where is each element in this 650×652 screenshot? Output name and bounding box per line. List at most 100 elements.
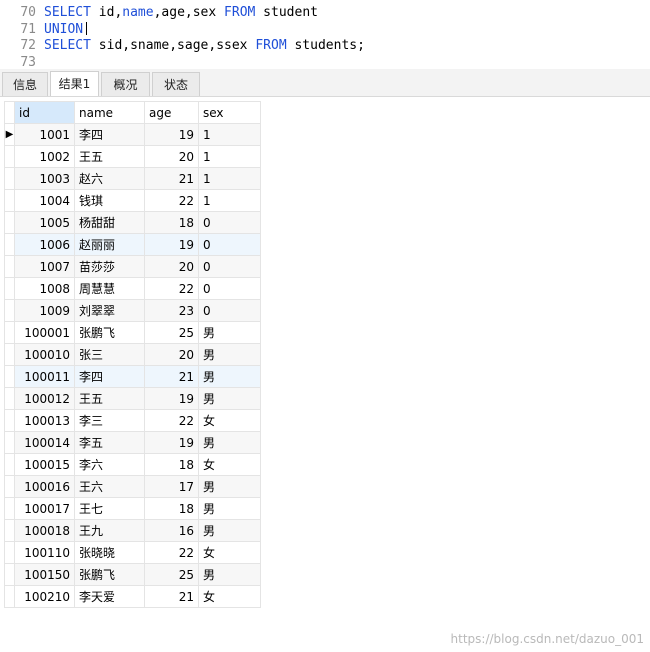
cell-age[interactable]: 19 bbox=[144, 387, 199, 410]
cell-name[interactable]: 张晓晓 bbox=[74, 541, 145, 564]
cell-name[interactable]: 王九 bbox=[74, 519, 145, 542]
table-row[interactable]: 1003 赵六 21 1 bbox=[4, 167, 261, 190]
table-row[interactable]: 100016 王六 17 男 bbox=[4, 475, 261, 498]
cell-age[interactable]: 18 bbox=[144, 453, 199, 476]
column-header-age[interactable]: age bbox=[144, 101, 199, 124]
cell-name[interactable]: 苗莎莎 bbox=[74, 255, 145, 278]
cell-id[interactable]: 100018 bbox=[14, 519, 75, 542]
table-row[interactable]: 1009 刘翠翠 23 0 bbox=[4, 299, 261, 322]
cell-id[interactable]: 1006 bbox=[14, 233, 75, 256]
row-indicator[interactable] bbox=[4, 299, 15, 322]
row-indicator[interactable] bbox=[4, 541, 15, 564]
cell-age[interactable]: 22 bbox=[144, 189, 199, 212]
cell-age[interactable]: 25 bbox=[144, 321, 199, 344]
cell-age[interactable]: 19 bbox=[144, 233, 199, 256]
cell-sex[interactable]: 女 bbox=[198, 453, 261, 476]
cell-id[interactable]: 100001 bbox=[14, 321, 75, 344]
column-header-name[interactable]: name bbox=[74, 101, 145, 124]
cell-name[interactable]: 赵丽丽 bbox=[74, 233, 145, 256]
cell-name[interactable]: 张鹏飞 bbox=[74, 563, 145, 586]
row-indicator[interactable] bbox=[4, 365, 15, 388]
cell-age[interactable]: 20 bbox=[144, 255, 199, 278]
row-indicator[interactable]: ▶ bbox=[4, 123, 15, 146]
code-line[interactable]: 70 SELECT id,name,age,sex FROM student bbox=[0, 5, 318, 21]
cell-age[interactable]: 21 bbox=[144, 365, 199, 388]
tab-1[interactable]: 结果1 bbox=[50, 71, 99, 96]
cell-name[interactable]: 王五 bbox=[74, 387, 145, 410]
table-row[interactable]: 100015 李六 18 女 bbox=[4, 453, 261, 476]
cell-id[interactable]: 1008 bbox=[14, 277, 75, 300]
cell-id[interactable]: 100016 bbox=[14, 475, 75, 498]
cell-age[interactable]: 20 bbox=[144, 145, 199, 168]
row-indicator[interactable] bbox=[4, 321, 15, 344]
cell-sex[interactable]: 男 bbox=[198, 321, 261, 344]
table-row[interactable]: 1002 王五 20 1 bbox=[4, 145, 261, 168]
row-indicator[interactable] bbox=[4, 409, 15, 432]
cell-sex[interactable]: 男 bbox=[198, 563, 261, 586]
cell-age[interactable]: 25 bbox=[144, 563, 199, 586]
row-indicator[interactable] bbox=[4, 431, 15, 454]
cell-id[interactable]: 100015 bbox=[14, 453, 75, 476]
row-indicator[interactable] bbox=[4, 189, 15, 212]
cell-id[interactable]: 100110 bbox=[14, 541, 75, 564]
cell-id[interactable]: 1007 bbox=[14, 255, 75, 278]
cell-name[interactable]: 王六 bbox=[74, 475, 145, 498]
row-indicator[interactable] bbox=[4, 387, 15, 410]
cell-id[interactable]: 100210 bbox=[14, 585, 75, 608]
code-line[interactable]: 72 SELECT sid,sname,sage,ssex FROM studen… bbox=[0, 38, 365, 54]
cell-id[interactable]: 1004 bbox=[14, 189, 75, 212]
row-indicator[interactable] bbox=[4, 233, 15, 256]
cell-sex[interactable]: 男 bbox=[198, 475, 261, 498]
cell-age[interactable]: 22 bbox=[144, 409, 199, 432]
cell-id[interactable]: 100013 bbox=[14, 409, 75, 432]
cell-age[interactable]: 19 bbox=[144, 123, 199, 146]
row-indicator[interactable] bbox=[4, 453, 15, 476]
table-row[interactable]: 100011 李四 21 男 bbox=[4, 365, 261, 388]
cell-name[interactable]: 赵六 bbox=[74, 167, 145, 190]
cell-sex[interactable]: 男 bbox=[198, 497, 261, 520]
table-row[interactable]: 100017 王七 18 男 bbox=[4, 497, 261, 520]
row-indicator[interactable] bbox=[4, 519, 15, 542]
cell-id[interactable]: 1003 bbox=[14, 167, 75, 190]
cell-name[interactable]: 周慧慧 bbox=[74, 277, 145, 300]
row-indicator[interactable] bbox=[4, 497, 15, 520]
table-row[interactable]: 100014 李五 19 男 bbox=[4, 431, 261, 454]
cell-id[interactable]: 100150 bbox=[14, 563, 75, 586]
table-row[interactable]: 100010 张三 20 男 bbox=[4, 343, 261, 366]
cell-sex[interactable]: 0 bbox=[198, 211, 261, 234]
cell-name[interactable]: 刘翠翠 bbox=[74, 299, 145, 322]
cell-id[interactable]: 100012 bbox=[14, 387, 75, 410]
row-indicator[interactable] bbox=[4, 475, 15, 498]
cell-sex[interactable]: 0 bbox=[198, 255, 261, 278]
cell-sex[interactable]: 男 bbox=[198, 431, 261, 454]
cell-sex[interactable]: 女 bbox=[198, 541, 261, 564]
table-row[interactable]: 100018 王九 16 男 bbox=[4, 519, 261, 542]
cell-age[interactable]: 22 bbox=[144, 541, 199, 564]
table-row[interactable]: 100110 张晓晓 22 女 bbox=[4, 541, 261, 564]
cell-age[interactable]: 20 bbox=[144, 343, 199, 366]
cell-age[interactable]: 17 bbox=[144, 475, 199, 498]
table-row[interactable]: 1005 杨甜甜 18 0 bbox=[4, 211, 261, 234]
sql-editor[interactable]: 70 SELECT id,name,age,sex FROM student 71 U… bbox=[0, 0, 650, 70]
cell-name[interactable]: 李六 bbox=[74, 453, 145, 476]
table-row[interactable]: 1006 赵丽丽 19 0 bbox=[4, 233, 261, 256]
cell-age[interactable]: 16 bbox=[144, 519, 199, 542]
tab-0[interactable]: 信息 bbox=[2, 72, 48, 96]
table-row[interactable]: 100012 王五 19 男 bbox=[4, 387, 261, 410]
table-row[interactable]: 1008 周慧慧 22 0 bbox=[4, 277, 261, 300]
cell-age[interactable]: 23 bbox=[144, 299, 199, 322]
row-indicator[interactable] bbox=[4, 145, 15, 168]
cell-age[interactable]: 18 bbox=[144, 497, 199, 520]
tab-3[interactable]: 状态 bbox=[152, 72, 200, 96]
cell-age[interactable]: 18 bbox=[144, 211, 199, 234]
cell-id[interactable]: 1001 bbox=[14, 123, 75, 146]
table-row[interactable]: 100001 张鹏飞 25 男 bbox=[4, 321, 261, 344]
cell-name[interactable]: 钱琪 bbox=[74, 189, 145, 212]
row-indicator[interactable] bbox=[4, 167, 15, 190]
table-row[interactable]: 100150 张鹏飞 25 男 bbox=[4, 563, 261, 586]
cell-id[interactable]: 1009 bbox=[14, 299, 75, 322]
cell-name[interactable]: 王五 bbox=[74, 145, 145, 168]
table-row[interactable]: 100210 李天爱 21 女 bbox=[4, 585, 261, 608]
column-header-sex[interactable]: sex bbox=[198, 101, 261, 124]
cell-age[interactable]: 19 bbox=[144, 431, 199, 454]
